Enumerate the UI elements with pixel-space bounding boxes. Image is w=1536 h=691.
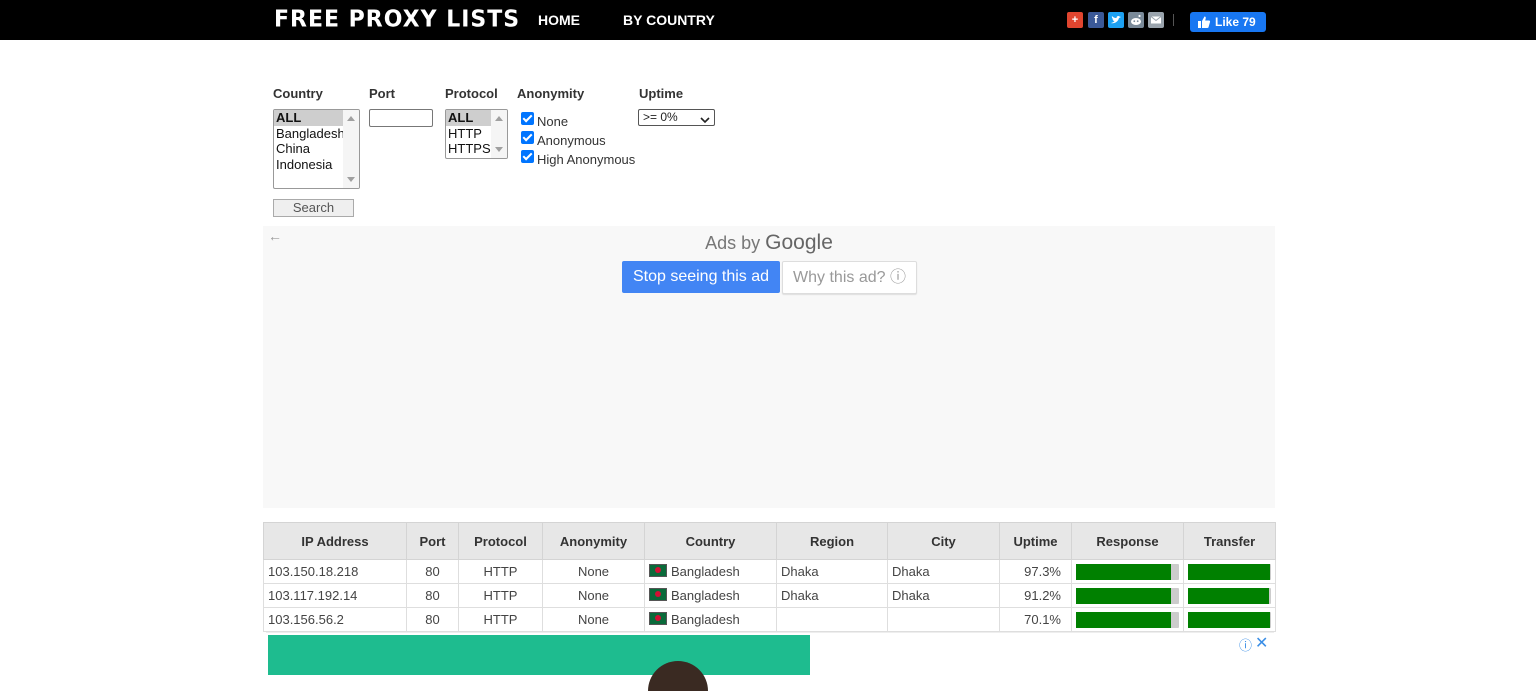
nav-home[interactable]: HOME xyxy=(538,12,580,28)
stop-seeing-ad-button[interactable]: Stop seeing this ad xyxy=(622,261,780,293)
anonymity-label: Anonymity xyxy=(517,86,585,101)
google-plus-icon[interactable]: + xyxy=(1067,12,1083,28)
bottom-ad: ⓘ ✕ xyxy=(266,632,1274,691)
email-icon[interactable] xyxy=(1148,12,1164,28)
uptime-cell: 91.2% xyxy=(999,583,1072,608)
top-bar: FREE PROXY LISTS HOME BY COUNTRY + f Lik… xyxy=(0,0,1536,40)
city-cell: Dhaka xyxy=(887,559,1000,584)
anonymity-cell: None xyxy=(542,607,645,632)
country-select[interactable]: ALL Bangladesh China Indonesia xyxy=(273,109,360,189)
table-row[interactable]: 103.117.192.14 80 HTTP None Bangladesh Dhaka D… xyxy=(263,583,1276,608)
transfer-bar-fill xyxy=(1188,611,1271,628)
table-row[interactable]: 103.150.18.218 80 HTTP None Bangladesh Dhaka D… xyxy=(263,559,1276,584)
uptime-value: >= 0% xyxy=(643,110,678,124)
port-label: Port xyxy=(369,86,395,101)
protocol-cell: HTTP xyxy=(458,559,543,584)
column-header[interactable]: Response xyxy=(1071,522,1184,560)
transfer-cell xyxy=(1183,583,1276,608)
response-bar xyxy=(1076,587,1179,604)
scrollbar[interactable] xyxy=(491,110,507,158)
nav-by-country[interactable]: BY COUNTRY xyxy=(623,12,715,28)
ip-cell: 103.156.56.2 xyxy=(263,607,407,632)
bangladesh-flag-icon xyxy=(649,564,667,577)
transfer-cell xyxy=(1183,559,1276,584)
like-count: Like 79 xyxy=(1215,15,1256,29)
protocol-cell: HTTP xyxy=(458,583,543,608)
thumbs-up-icon xyxy=(1197,15,1211,35)
response-cell xyxy=(1071,583,1184,608)
uptime-cell: 97.3% xyxy=(999,559,1072,584)
transfer-bar xyxy=(1188,587,1271,604)
scrollbar[interactable] xyxy=(343,110,359,188)
protocol-label: Protocol xyxy=(445,86,498,101)
response-bar-fill xyxy=(1076,563,1171,580)
chevron-down-icon xyxy=(700,113,710,128)
transfer-bar-fill xyxy=(1188,563,1271,580)
facebook-icon[interactable]: f xyxy=(1088,12,1104,28)
uptime-cell: 70.1% xyxy=(999,607,1072,632)
port-cell: 80 xyxy=(406,559,459,584)
protocol-option[interactable]: ALL xyxy=(446,110,491,126)
response-bar-fill xyxy=(1076,587,1171,604)
transfer-cell xyxy=(1183,607,1276,632)
bangladesh-flag-icon xyxy=(649,588,667,601)
ip-cell: 103.150.18.218 xyxy=(263,559,407,584)
uptime-label: Uptime xyxy=(639,86,684,101)
reddit-icon[interactable] xyxy=(1128,12,1144,28)
response-bar xyxy=(1076,563,1179,580)
column-header[interactable]: Uptime xyxy=(999,522,1072,560)
city-cell xyxy=(887,607,1000,632)
response-cell xyxy=(1071,607,1184,632)
country-cell: Bangladesh xyxy=(644,607,777,632)
country-label: Country xyxy=(273,86,323,101)
response-bar xyxy=(1076,611,1179,628)
ad-banner: ← Ads by Google Stop seeing this ad Why … xyxy=(263,226,1275,508)
column-header[interactable]: Port xyxy=(406,522,459,560)
ad-image[interactable] xyxy=(268,635,810,691)
protocol-cell: HTTP xyxy=(458,607,543,632)
port-input[interactable] xyxy=(369,109,433,127)
column-header[interactable]: Protocol xyxy=(458,522,543,560)
country-cell: Bangladesh xyxy=(644,583,777,608)
response-bar-fill xyxy=(1076,611,1171,628)
response-cell xyxy=(1071,559,1184,584)
column-header[interactable]: IP Address xyxy=(263,522,407,560)
transfer-bar xyxy=(1188,611,1271,628)
region-cell: Dhaka xyxy=(776,559,888,584)
why-this-ad-button[interactable]: Why this ad? ⓘ xyxy=(782,261,917,294)
transfer-bar-fill xyxy=(1188,587,1269,604)
port-cell: 80 xyxy=(406,583,459,608)
divider xyxy=(1173,14,1174,26)
uptime-select[interactable]: >= 0% xyxy=(638,109,715,126)
search-button[interactable]: Search xyxy=(273,199,354,217)
ads-by-google: Ads by Google xyxy=(705,231,833,254)
country-cell: Bangladesh xyxy=(644,559,777,584)
anonymity-cell: None xyxy=(542,583,645,608)
protocol-select[interactable]: ALL HTTP HTTPS xyxy=(445,109,508,159)
port-cell: 80 xyxy=(406,607,459,632)
column-header[interactable]: City xyxy=(887,522,1000,560)
city-cell: Dhaka xyxy=(887,583,1000,608)
proxy-table: IP Address Port Protocol Anonymity Count… xyxy=(263,522,1276,632)
country-option[interactable]: ALL xyxy=(274,110,343,126)
column-header[interactable]: Country xyxy=(644,522,777,560)
transfer-bar xyxy=(1188,563,1271,580)
facebook-like-button[interactable]: Like 79 xyxy=(1190,12,1266,32)
column-header[interactable]: Transfer xyxy=(1183,522,1276,560)
anonymity-cell: None xyxy=(542,559,645,584)
ip-cell: 103.117.192.14 xyxy=(263,583,407,608)
region-cell: Dhaka xyxy=(776,583,888,608)
column-header[interactable]: Anonymity xyxy=(542,522,645,560)
column-header[interactable]: Region xyxy=(776,522,888,560)
info-icon[interactable]: ⓘ xyxy=(1239,635,1252,654)
close-icon[interactable]: ✕ xyxy=(1255,633,1268,653)
table-header-row: IP Address Port Protocol Anonymity Count… xyxy=(263,522,1276,560)
bangladesh-flag-icon xyxy=(649,612,667,625)
site-logo[interactable]: FREE PROXY LISTS xyxy=(274,6,520,32)
table-row[interactable]: 103.156.56.2 80 HTTP None Bangladesh 70.1% xyxy=(263,607,1276,632)
region-cell xyxy=(776,607,888,632)
twitter-icon[interactable] xyxy=(1108,12,1124,28)
